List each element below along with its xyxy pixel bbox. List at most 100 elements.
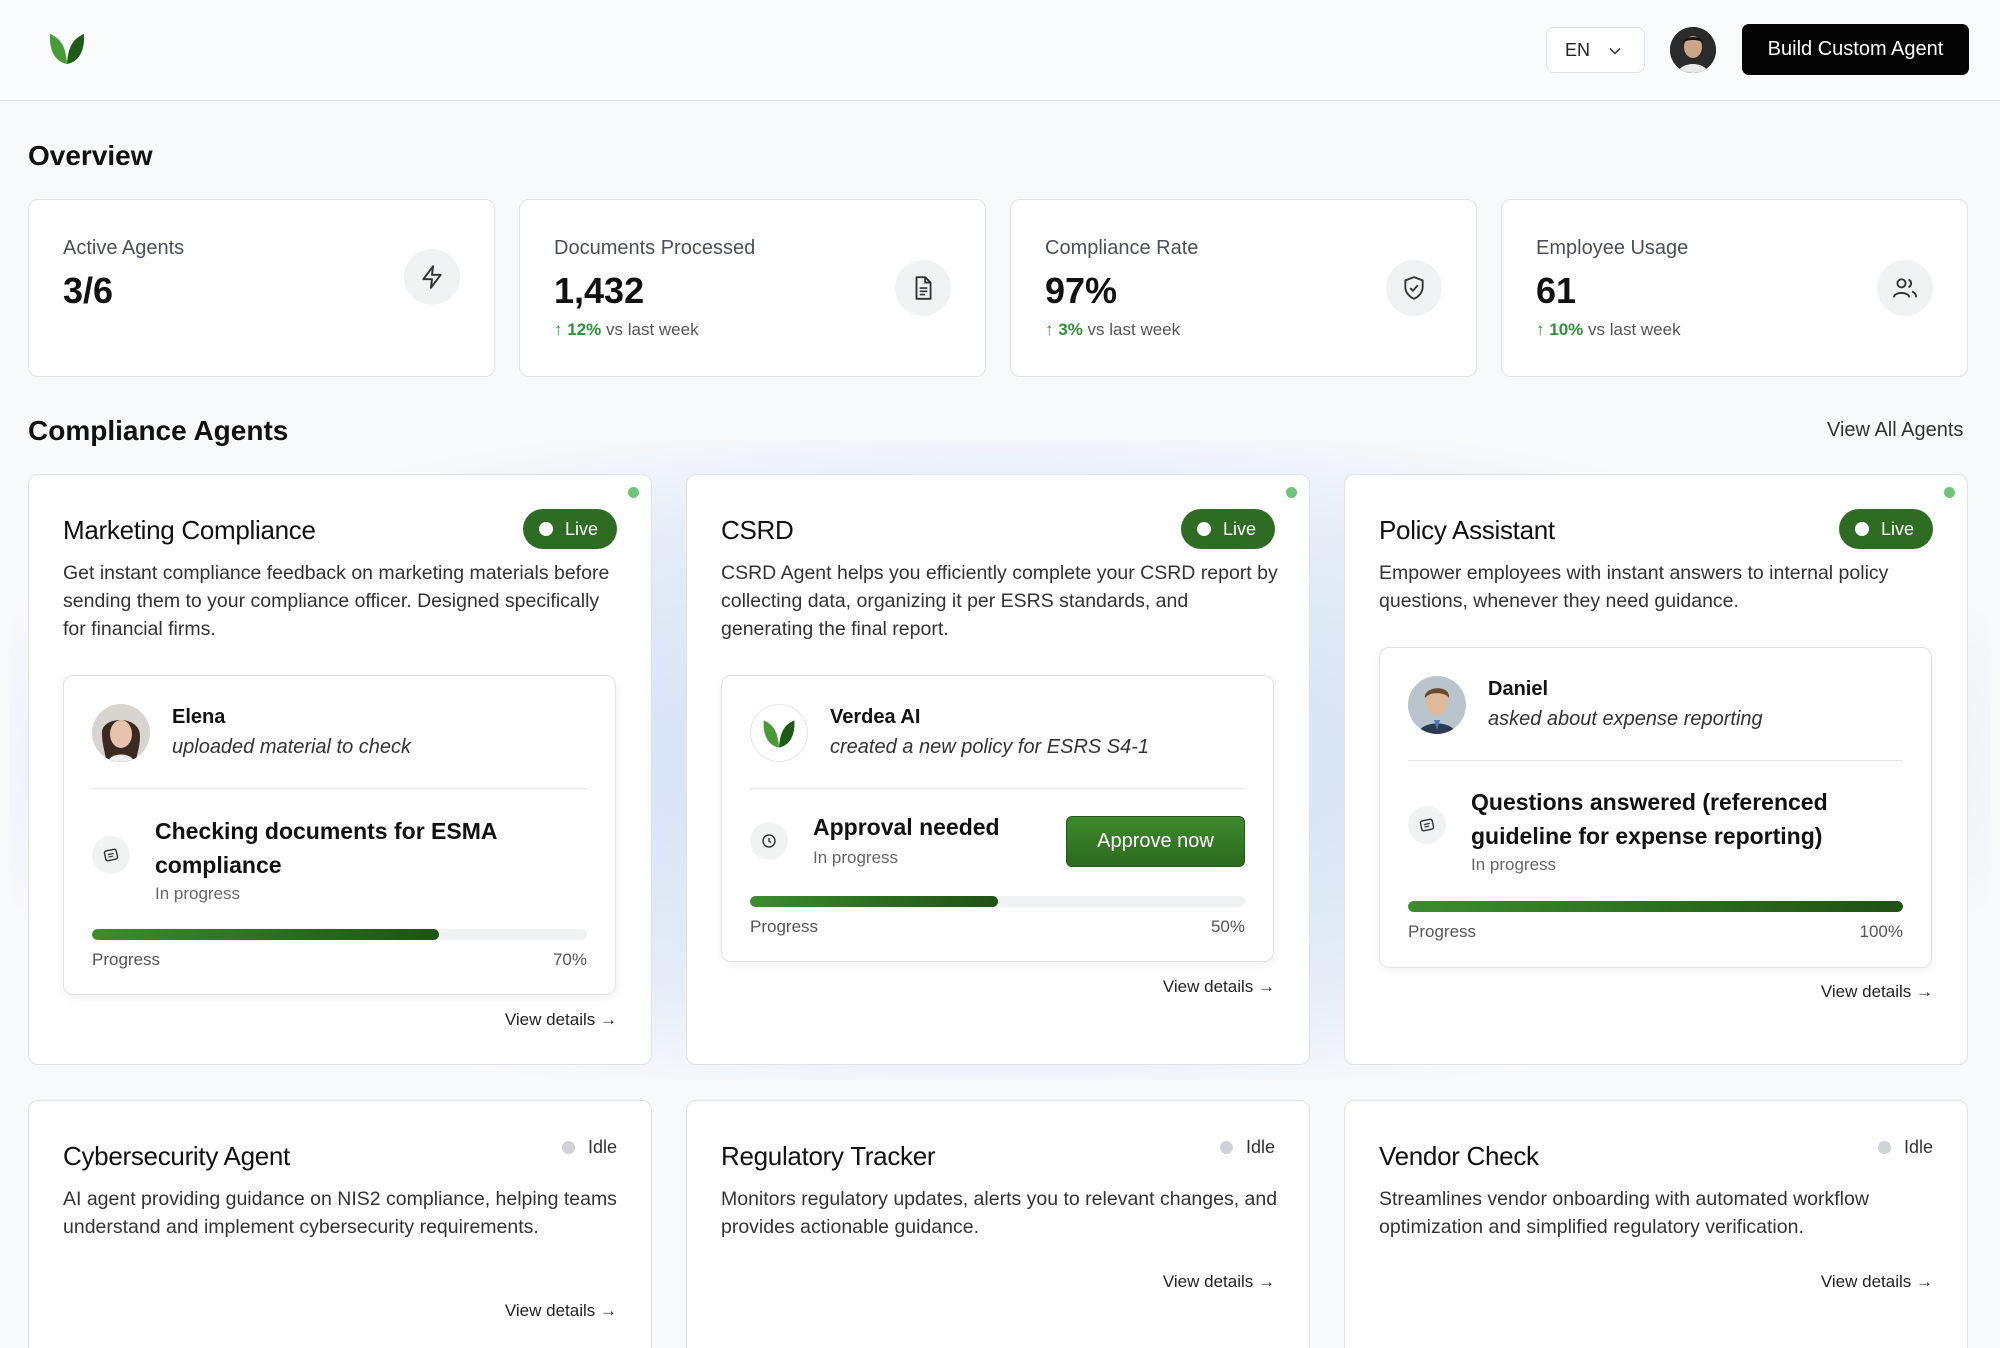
- idle-status-badge: Idle: [561, 1137, 617, 1158]
- live-status-badge: Live: [1839, 509, 1933, 549]
- agent-title: Cybersecurity Agent: [63, 1141, 290, 1171]
- view-all-agents-link[interactable]: View All Agents: [1827, 419, 1963, 442]
- document-icon: [895, 260, 951, 316]
- top-bar: EN Build Custom Agent: [0, 0, 2000, 101]
- stat-label: Documents Processed: [554, 237, 756, 259]
- idle-status-badge: Idle: [1219, 1137, 1275, 1158]
- delta-up-arrow-icon: ↑: [554, 320, 568, 339]
- agent-title: Marketing Compliance: [63, 515, 316, 545]
- view-details-link[interactable]: View details →: [1821, 1272, 1933, 1292]
- agent-title: Regulatory Tracker: [721, 1141, 936, 1171]
- agent-card-policy-assistant[interactable]: Policy Assistant Live Empower employees …: [1344, 474, 1968, 1065]
- task-scan-icon: [1408, 806, 1446, 844]
- user-avatar[interactable]: [1670, 27, 1716, 73]
- progress-percent: 70%: [552, 950, 587, 969]
- agent-card-marketing-compliance[interactable]: Marketing Compliance Live Get instant co…: [28, 474, 652, 1065]
- task-title: Questions answered (referenced guideline…: [1471, 789, 1828, 849]
- task-title: Approval needed: [813, 814, 1000, 840]
- live-indicator-dot: [1944, 487, 1955, 498]
- delta-up-arrow-icon: ↑: [1045, 320, 1059, 339]
- actor-action: asked about expense reporting: [1488, 708, 1763, 730]
- agent-description: AI agent providing guidance on NIS2 comp…: [63, 1188, 617, 1238]
- elena-avatar: [92, 704, 150, 762]
- view-details-link[interactable]: View details →: [1163, 977, 1275, 997]
- stat-card-employee-usage: Employee Usage 61 ↑ 10% vs last week: [1501, 199, 1968, 377]
- actor-name: Verdea AI: [830, 706, 921, 728]
- stat-card-documents-processed: Documents Processed 1,432 ↑ 12% vs last …: [519, 199, 986, 377]
- agent-description: Get instant compliance feedback on marke…: [63, 562, 610, 640]
- delta-text: vs last week: [606, 320, 699, 339]
- task-status: In progress: [155, 884, 241, 903]
- agent-description: Streamlines vendor onboarding with autom…: [1379, 1188, 1869, 1238]
- approve-now-button[interactable]: Approve now: [1066, 816, 1245, 867]
- agent-card-cybersecurity[interactable]: Cybersecurity Agent Idle AI agent provid…: [28, 1100, 652, 1348]
- progress-percent: 100%: [1859, 922, 1903, 941]
- delta-text: vs last week: [1087, 320, 1181, 339]
- progress-fill: [92, 929, 439, 940]
- stat-value: 1,432: [554, 270, 645, 311]
- overview-title: Overview: [28, 140, 153, 171]
- progress-fill: [750, 896, 998, 907]
- delta-value: 12%: [567, 320, 602, 339]
- agent-card-vendor-check[interactable]: Vendor Check Idle Streamlines vendor onb…: [1344, 1100, 1968, 1348]
- progress-fill: [1408, 901, 1903, 912]
- stat-card-compliance-rate: Compliance Rate 97% ↑ 3% vs last week: [1010, 199, 1477, 377]
- progress-bar: [1408, 901, 1903, 912]
- view-details-link[interactable]: View details →: [505, 1301, 617, 1321]
- agent-description: Empower employees with instant answers t…: [1379, 562, 1889, 612]
- view-details-link[interactable]: View details →: [1821, 982, 1933, 1002]
- verdea-logo-icon[interactable]: [46, 28, 88, 68]
- chevron-down-icon: [1609, 47, 1621, 55]
- language-select[interactable]: EN: [1546, 27, 1645, 73]
- view-details-link[interactable]: View details →: [1163, 1272, 1275, 1292]
- view-details-link[interactable]: View details →: [505, 1010, 617, 1030]
- agent-title: Policy Assistant: [1379, 515, 1555, 545]
- idle-status-badge: Idle: [1877, 1137, 1933, 1158]
- agent-description: CSRD Agent helps you efficiently complet…: [721, 562, 1278, 640]
- task-title: Checking documents for ESMA compliance: [155, 818, 497, 878]
- zap-icon: [404, 249, 460, 305]
- agent-card-regulatory-tracker[interactable]: Regulatory Tracker Idle Monitors regulat…: [686, 1100, 1310, 1348]
- live-status-badge: Live: [523, 509, 617, 549]
- progress-bar: [750, 896, 1245, 907]
- progress-percent: 50%: [1210, 917, 1245, 936]
- build-custom-agent-button[interactable]: Build Custom Agent: [1742, 24, 1969, 75]
- actor-name: Elena: [172, 706, 226, 728]
- actor-name: Daniel: [1488, 678, 1549, 700]
- stat-label: Compliance Rate: [1045, 237, 1199, 259]
- agent-card-csrd[interactable]: CSRD Live CSRD Agent helps you efficient…: [686, 474, 1310, 1065]
- daniel-avatar: [1408, 676, 1466, 734]
- stat-delta: ↑ 10% vs last week: [1536, 320, 1681, 340]
- stat-label: Active Agents: [63, 237, 185, 259]
- stat-value: 3/6: [63, 270, 114, 311]
- progress-bar: [92, 929, 587, 940]
- progress-label: Progress: [92, 950, 161, 969]
- delta-up-arrow-icon: ↑: [1536, 320, 1550, 339]
- stat-value: 61: [1536, 270, 1577, 311]
- divider: [750, 788, 1245, 789]
- progress-label: Progress: [750, 917, 819, 936]
- stat-value: 97%: [1045, 270, 1118, 311]
- delta-text: vs last week: [1588, 320, 1681, 339]
- agent-title: CSRD: [721, 515, 794, 545]
- stat-delta: ↑ 12% vs last week: [554, 320, 699, 340]
- delta-value: 3%: [1058, 320, 1083, 339]
- agent-activity-panel: Elena uploaded material to check Checkin…: [63, 675, 616, 995]
- actor-action: uploaded material to check: [172, 736, 412, 758]
- task-clock-icon: [750, 822, 788, 860]
- agent-title: Vendor Check: [1379, 1141, 1539, 1171]
- user-avatar-image: [1670, 27, 1716, 73]
- stat-label: Employee Usage: [1536, 237, 1689, 259]
- progress-label: Progress: [1408, 922, 1477, 941]
- task-status: In progress: [1471, 855, 1557, 874]
- task-status: In progress: [813, 848, 899, 867]
- delta-value: 10%: [1549, 320, 1584, 339]
- divider: [1408, 760, 1903, 761]
- agent-activity-panel: Daniel asked about expense reporting Que…: [1379, 647, 1932, 968]
- live-indicator-dot: [628, 487, 639, 498]
- actor-action: created a new policy for ESRS S4-1: [830, 736, 1150, 758]
- verdea-ai-avatar: [750, 704, 808, 762]
- live-indicator-dot: [1286, 487, 1297, 498]
- agent-activity-panel: Verdea AI created a new policy for ESRS …: [721, 675, 1274, 962]
- language-label: EN: [1565, 39, 1591, 60]
